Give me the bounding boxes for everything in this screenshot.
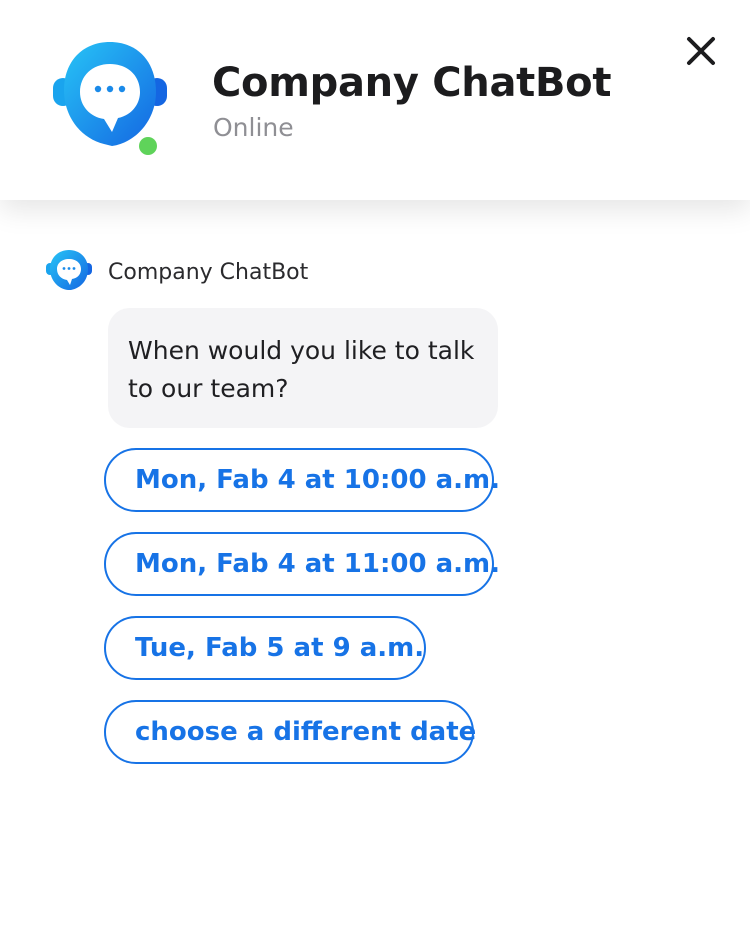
close-button[interactable] xyxy=(680,30,722,72)
chatbot-avatar-icon xyxy=(46,250,92,290)
chatbot-headset-icon xyxy=(53,42,167,155)
option-mon-10am-button[interactable]: Mon, Fab 4 at 10:00 a.m. xyxy=(104,448,500,512)
chat-window: Company ChatBot Online Company ChatBot W… xyxy=(0,0,750,940)
option-tue-9am-button[interactable]: Tue, Fab 5 at 9 a.m. xyxy=(104,616,426,680)
option-mon-11am-button[interactable]: Mon, Fab 4 at 11:00 a.m. xyxy=(104,532,500,596)
sender-name: Company ChatBot xyxy=(108,260,309,285)
bot-message-bubble: When would you like to talk to our team? xyxy=(108,308,498,428)
online-status: Online xyxy=(213,113,294,142)
chatbot-logo xyxy=(52,38,168,158)
choose-different-date-button[interactable]: choose a different date xyxy=(104,700,476,764)
sender-avatar xyxy=(46,248,92,294)
chat-header: Company ChatBot Online xyxy=(0,0,750,200)
chat-messages: Company ChatBot When would you like to t… xyxy=(0,200,750,940)
chatbot-title: Company ChatBot xyxy=(212,60,612,106)
close-icon xyxy=(687,37,715,65)
